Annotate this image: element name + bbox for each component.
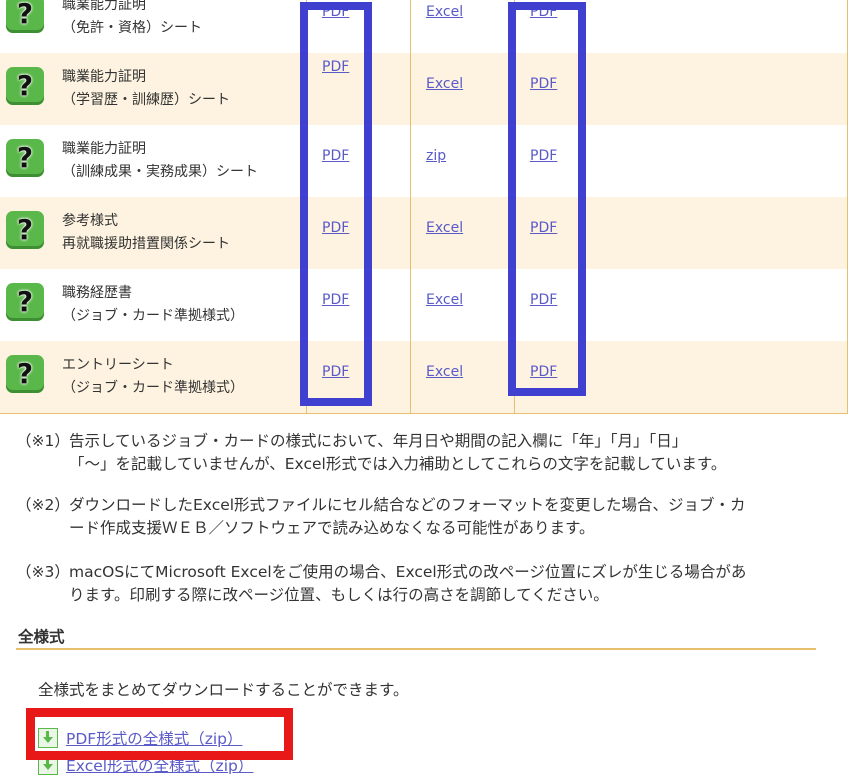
section-description: 全様式をまとめてダウンロードすることができます。 — [38, 681, 409, 699]
form-name-line2: （学習歴・訓練歴）シート — [62, 92, 230, 108]
pdf-column-highlight — [300, 2, 372, 406]
form-name-line1: エントリーシート — [62, 357, 174, 373]
question-mark-icon[interactable]: ? — [6, 0, 44, 33]
question-mark-icon[interactable]: ? — [6, 67, 44, 105]
column-divider — [847, 0, 848, 414]
form-name-line1: 職業能力証明 — [62, 69, 146, 85]
table-row: ? 職業能力証明 （免許・資格）シート PDF Excel PDF — [0, 0, 848, 53]
question-mark-icon[interactable]: ? — [6, 139, 44, 177]
zip-link[interactable]: zip — [426, 148, 446, 164]
pdf-sample-column-highlight — [508, 2, 586, 396]
note-mark: （※3） — [16, 563, 70, 581]
form-name-line2: （免許・資格）シート — [62, 20, 202, 36]
form-name-line1: 参考様式 — [62, 213, 118, 229]
form-name-line2: （ジョブ・カード準拠様式） — [62, 380, 244, 396]
table-row: ? 職務経歴書 （ジョブ・カード準拠様式） PDF Excel PDF — [0, 269, 848, 341]
form-name-line1: 職業能力証明 — [62, 0, 146, 13]
note-text: ります。印刷する際に改ページ位置、もしくは行の高さを調節してください。 — [69, 586, 609, 604]
form-name-line2: 再就職援助措置関係シート — [62, 236, 230, 252]
excel-link[interactable]: Excel — [426, 4, 463, 20]
section-title: 全様式 — [18, 628, 65, 646]
table-row: ? 参考様式 再就職援助措置関係シート PDF Excel PDF — [0, 197, 848, 269]
note-text: 「～」を記載していませんが、Excel形式では入力補助としてこれらの文字を記載し… — [69, 455, 727, 473]
question-mark-icon[interactable]: ? — [6, 283, 44, 321]
table-row: ? エントリーシート （ジョブ・カード準拠様式） PDF Excel PDF — [0, 341, 848, 413]
question-mark-icon[interactable]: ? — [6, 355, 44, 393]
excel-link[interactable]: Excel — [426, 364, 463, 380]
forms-table: ? 職業能力証明 （免許・資格）シート PDF Excel PDF ? 職業能力… — [0, 0, 851, 414]
excel-link[interactable]: Excel — [426, 220, 463, 236]
excel-link[interactable]: Excel — [426, 76, 463, 92]
form-name-line1: 職務経歴書 — [62, 285, 132, 301]
form-name-line2: （ジョブ・カード準拠様式） — [62, 308, 244, 324]
form-name-line2: （訓練成果・実務成果）シート — [62, 164, 258, 180]
note-mark: （※2） — [16, 496, 70, 514]
note-mark: （※1） — [16, 432, 70, 450]
excel-link[interactable]: Excel — [426, 292, 463, 308]
pdf-all-highlight — [26, 708, 293, 760]
note-text: macOSにてMicrosoft Excelをご使用の場合、Excel形式の改ペ… — [69, 563, 747, 581]
table-bottom-border — [0, 413, 848, 414]
note-text: 告示しているジョブ・カードの様式において、年月日や期間の記入欄に「年」「月」「日… — [69, 432, 688, 450]
note-text: ード作成支援ＷＥＢ／ソフトウェアで読み込めなくなる可能性があります。 — [69, 519, 595, 537]
form-name-line1: 職業能力証明 — [62, 141, 146, 157]
note-text: ダウンロードしたExcel形式ファイルにセル結合などのフォーマットを変更した場合… — [69, 496, 746, 514]
column-divider — [410, 0, 411, 414]
table-row: ? 職業能力証明 （訓練成果・実務成果）シート PDF zip PDF — [0, 125, 848, 197]
question-mark-icon[interactable]: ? — [6, 211, 44, 249]
table-row: ? 職業能力証明 （学習歴・訓練歴）シート PDF Excel PDF — [0, 53, 848, 125]
section-divider — [16, 648, 816, 650]
